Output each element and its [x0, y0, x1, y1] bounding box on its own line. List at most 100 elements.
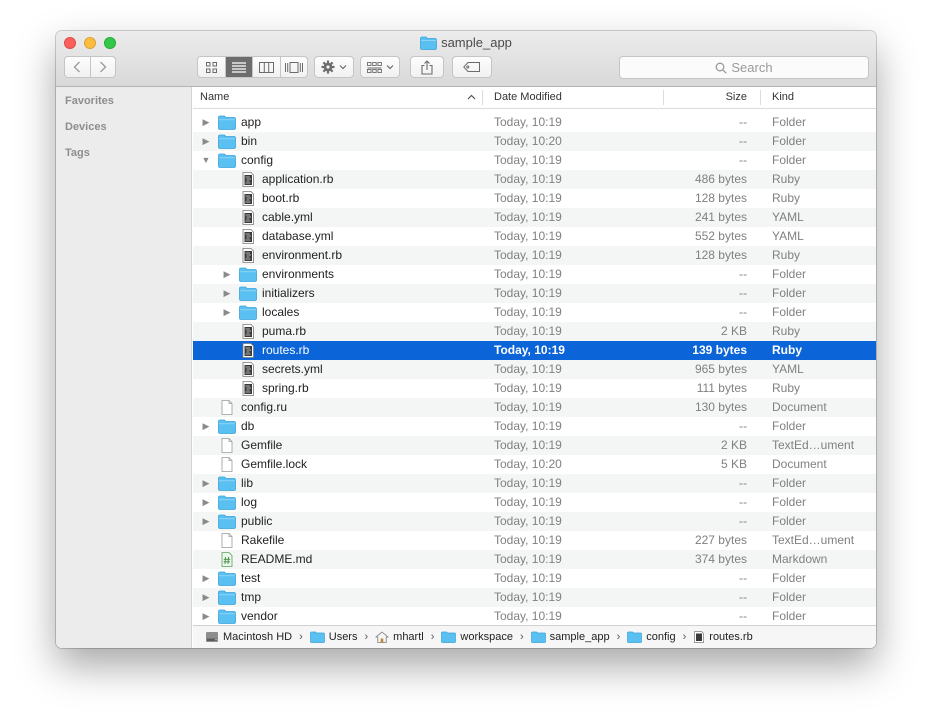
folder-icon [218, 476, 236, 491]
share-button[interactable] [410, 56, 444, 78]
table-row[interactable]: ▶ log Today, 10:19 -- Folder [193, 493, 876, 512]
disclosure-triangle-expanded-icon[interactable]: ▼ [201, 151, 211, 170]
path-bar-item[interactable]: routes.rb [693, 631, 753, 643]
edit-tags-button[interactable] [452, 56, 492, 78]
column-header-kind[interactable]: Kind [772, 87, 794, 108]
table-row[interactable]: ▶ test Today, 10:19 -- Folder [193, 569, 876, 588]
arrange-menu-button[interactable] [360, 56, 400, 78]
column-divider[interactable] [663, 90, 664, 105]
icon-view-button[interactable] [198, 57, 225, 77]
table-row[interactable]: Gemfile.lock Today, 10:20 5 KB Document [193, 455, 876, 474]
markdown-file-icon [218, 552, 236, 567]
disclosure-triangle-collapsed-icon[interactable]: ▶ [201, 588, 211, 607]
path-bar-item[interactable]: workspace [441, 631, 513, 643]
sidebar-section-favorites[interactable]: Favorites [65, 95, 114, 107]
path-bar-item[interactable]: mhartl [375, 631, 424, 643]
path-bar-item[interactable]: Users [309, 631, 357, 643]
table-row[interactable]: ▶ bin Today, 10:20 -- Folder [193, 132, 876, 151]
disclosure-triangle-collapsed-icon[interactable]: ▶ [201, 132, 211, 151]
file-name: secrets.yml [262, 362, 323, 376]
column-divider[interactable] [482, 90, 483, 105]
action-menu-button[interactable] [314, 56, 354, 78]
disclosure-triangle-collapsed-icon[interactable]: ▶ [222, 303, 232, 322]
date-modified: Today, 10:19 [494, 305, 562, 319]
sidebar-section-devices[interactable]: Devices [65, 121, 107, 133]
file-name: cable.yml [262, 210, 313, 224]
file-name: config [241, 153, 274, 167]
sidebar-section-tags[interactable]: Tags [65, 147, 90, 159]
date-modified: Today, 10:19 [494, 229, 562, 243]
table-row[interactable]: ▶ vendor Today, 10:19 -- Folder [193, 607, 876, 626]
file-size: -- [739, 514, 747, 528]
file-size: -- [739, 419, 747, 433]
back-button[interactable] [65, 57, 90, 77]
path-bar-item[interactable]: Macintosh HD [205, 631, 292, 643]
table-row[interactable]: secrets.yml Today, 10:19 965 bytes YAML [193, 360, 876, 379]
table-row[interactable]: ▼ config Today, 10:19 -- Folder [193, 151, 876, 170]
column-header-date[interactable]: Date Modified [494, 87, 562, 108]
table-row[interactable]: application.rb Today, 10:19 486 bytes Ruby [193, 170, 876, 189]
table-row[interactable]: config.ru Today, 10:19 130 bytes Document [193, 398, 876, 417]
date-modified: Today, 10:20 [494, 457, 562, 471]
column-header-size[interactable]: Size [726, 87, 747, 108]
column-header-name[interactable]: Name [200, 87, 229, 108]
table-row[interactable]: README.md Today, 10:19 374 bytes Markdown [193, 550, 876, 569]
folder-icon [239, 267, 257, 282]
forward-button[interactable] [89, 57, 116, 77]
table-row[interactable]: ▶ tmp Today, 10:19 -- Folder [193, 588, 876, 607]
path-separator-icon: › [364, 631, 369, 643]
date-modified: Today, 10:19 [494, 609, 562, 623]
cover-flow-view-button[interactable] [279, 57, 308, 77]
table-row[interactable]: cable.yml Today, 10:19 241 bytes YAML [193, 208, 876, 227]
table-row[interactable]: environment.rb Today, 10:19 128 bytes Ruby [193, 246, 876, 265]
column-divider[interactable] [760, 90, 761, 105]
date-modified: Today, 10:19 [494, 552, 562, 566]
date-modified: Today, 10:19 [494, 172, 562, 186]
file-kind: Folder [772, 153, 807, 167]
table-row[interactable]: boot.rb Today, 10:19 128 bytes Ruby [193, 189, 876, 208]
column-view-button[interactable] [252, 57, 280, 77]
table-row[interactable]: database.yml Today, 10:19 552 bytes YAML [193, 227, 876, 246]
file-name: config.ru [241, 400, 288, 414]
folder-icon [420, 36, 437, 55]
table-row[interactable]: ▶ db Today, 10:19 -- Folder [193, 417, 876, 436]
path-bar-item[interactable]: config [627, 631, 676, 643]
disclosure-triangle-collapsed-icon[interactable]: ▶ [222, 265, 232, 284]
date-modified: Today, 10:19 [494, 533, 562, 547]
list-view-button[interactable] [224, 57, 252, 77]
disclosure-triangle-collapsed-icon[interactable]: ▶ [201, 607, 211, 626]
disclosure-triangle-collapsed-icon[interactable]: ▶ [201, 474, 211, 493]
disclosure-triangle-collapsed-icon[interactable]: ▶ [201, 113, 211, 132]
table-row[interactable]: spring.rb Today, 10:19 111 bytes Ruby [193, 379, 876, 398]
disclosure-triangle-collapsed-icon[interactable]: ▶ [201, 569, 211, 588]
table-row[interactable]: ▶ app Today, 10:19 -- Folder [193, 113, 876, 132]
file-kind: Folder [772, 134, 807, 148]
table-row[interactable]: ▶ environments Today, 10:19 -- Folder [193, 265, 876, 284]
file-size: 486 bytes [694, 172, 747, 186]
file-kind: Ruby [772, 172, 801, 186]
code-file-icon [239, 248, 257, 263]
table-row[interactable]: ▶ public Today, 10:19 -- Folder [193, 512, 876, 531]
chevron-left-icon [73, 61, 81, 73]
disclosure-triangle-collapsed-icon[interactable]: ▶ [222, 284, 232, 303]
disclosure-triangle-collapsed-icon[interactable]: ▶ [201, 417, 211, 436]
file-size: -- [739, 115, 747, 129]
date-modified: Today, 10:19 [494, 210, 562, 224]
file-kind: Markdown [772, 552, 828, 566]
table-row-selected[interactable]: routes.rb Today, 10:19 139 bytes Ruby [193, 341, 876, 360]
search-field[interactable]: Search [619, 56, 869, 79]
path-bar-item[interactable]: sample_app [530, 631, 610, 643]
table-row[interactable]: Rakefile Today, 10:19 227 bytes TextEd…umen… [193, 531, 876, 550]
table-row[interactable]: puma.rb Today, 10:19 2 KB Ruby [193, 322, 876, 341]
table-row[interactable]: ▶ lib Today, 10:19 -- Folder [193, 474, 876, 493]
table-row[interactable]: ▶ initializers Today, 10:19 -- Folder [193, 284, 876, 303]
date-modified: Today, 10:19 [494, 324, 562, 338]
search-placeholder: Search [731, 60, 773, 75]
table-row[interactable]: Gemfile Today, 10:19 2 KB TextEd…ument [193, 436, 876, 455]
disclosure-triangle-collapsed-icon[interactable]: ▶ [201, 512, 211, 531]
disclosure-triangle-collapsed-icon[interactable]: ▶ [201, 493, 211, 512]
folder-icon [218, 571, 236, 586]
file-size: 227 bytes [694, 533, 747, 547]
file-kind: YAML [772, 362, 804, 376]
table-row[interactable]: ▶ locales Today, 10:19 -- Folder [193, 303, 876, 322]
